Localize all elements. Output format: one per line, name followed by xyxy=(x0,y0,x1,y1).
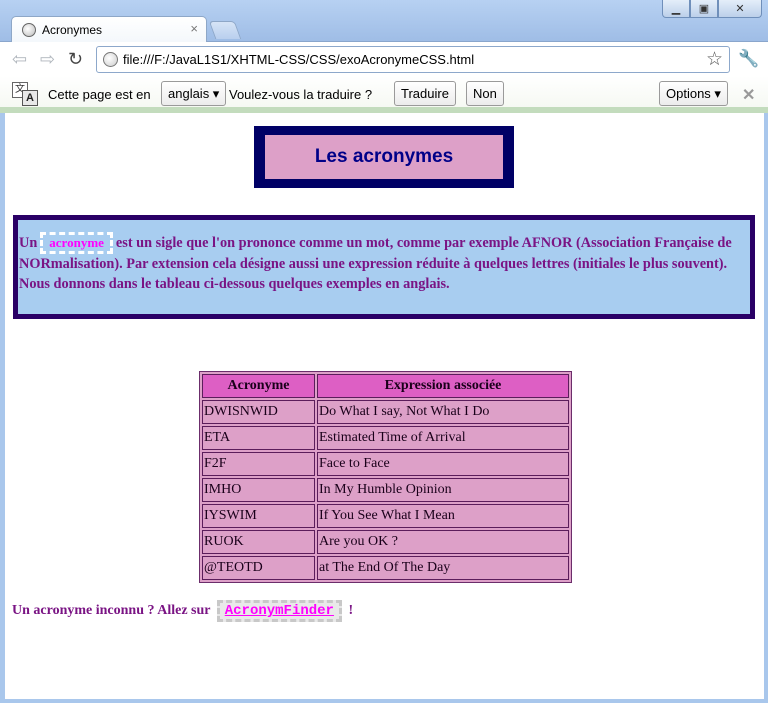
forward-arrow-icon[interactable]: ⇨ xyxy=(40,49,55,70)
table-row: IMHO In My Humble Opinion xyxy=(202,478,569,502)
window-controls: ▁ ▣ ✕ xyxy=(662,0,762,18)
address-bar[interactable]: file:///F:/JavaL1S1/XHTML-CSS/CSS/exoAcr… xyxy=(96,46,730,73)
url-text[interactable]: file:///F:/JavaL1S1/XHTML-CSS/CSS/exoAcr… xyxy=(123,52,474,67)
table-row: DWISNWID Do What I say, Not What I Do xyxy=(202,400,569,424)
minimize-button[interactable]: ▁ xyxy=(662,0,690,18)
options-button[interactable]: Options ▾ xyxy=(659,81,728,106)
browser-tab[interactable]: Acronymes × xyxy=(11,16,207,44)
expression-cell: If You See What I Mean xyxy=(317,504,569,528)
infobar-question: Voulez-vous la traduire ? xyxy=(229,87,373,102)
table-row: IYSWIM If You See What I Mean xyxy=(202,504,569,528)
intro-paragraph: Un acronyme est un sigle que l'on prononce… xyxy=(13,215,755,319)
page-globe-icon xyxy=(103,52,118,67)
language-select[interactable]: anglais ▾ xyxy=(161,81,227,106)
header-expression: Expression associée xyxy=(317,374,569,398)
browser-toolbar: ⇦ ⇨ ↻ file:///F:/JavaL1S1/XHTML-CSS/CSS/… xyxy=(0,42,768,76)
header-acronyme: Acronyme xyxy=(202,374,315,398)
translate-button[interactable]: Traduire xyxy=(394,81,456,106)
reload-icon[interactable]: ↻ xyxy=(68,49,83,70)
infobar-close-icon[interactable]: ✕ xyxy=(742,85,755,105)
no-button[interactable]: Non xyxy=(466,81,504,106)
page-title: Les acronymes xyxy=(265,135,503,179)
acronym-cell: RUOK xyxy=(202,530,315,554)
table-row: F2F Face to Face xyxy=(202,452,569,476)
tab-title: Acronymes xyxy=(42,23,103,37)
title-frame: Les acronymes xyxy=(254,126,514,188)
acronym-cell: F2F xyxy=(202,452,315,476)
acronyms-table: Acronyme Expression associée DWISNWID Do … xyxy=(199,371,572,583)
acronym-cell: IMHO xyxy=(202,478,315,502)
translate-icon: 文A xyxy=(12,82,40,106)
expression-cell: Are you OK ? xyxy=(317,530,569,554)
acronym-cell: ETA xyxy=(202,426,315,450)
page-content: Les acronymes Un acronyme est un sigle que… xyxy=(5,113,764,699)
table-row: @TEOTD at The End Of The Day xyxy=(202,556,569,580)
new-tab-button[interactable] xyxy=(208,21,242,39)
table-row: ETA Estimated Time of Arrival xyxy=(202,426,569,450)
tab-close-icon[interactable]: × xyxy=(190,21,198,36)
wrench-icon[interactable]: 🔧 xyxy=(738,49,759,69)
acronymfinder-link[interactable]: AcronymFinder xyxy=(216,600,342,622)
window-titlebar: Acronymes × ▁ ▣ ✕ xyxy=(0,0,768,44)
bookmark-star-icon[interactable]: ☆ xyxy=(706,48,723,71)
intro-prefix: Un xyxy=(19,235,38,251)
acronym-cell: IYSWIM xyxy=(202,504,315,528)
acronym-cell: DWISNWID xyxy=(202,400,315,424)
maximize-button[interactable]: ▣ xyxy=(690,0,718,18)
footer-prefix: Un acronyme inconnu ? Allez sur xyxy=(12,603,211,618)
table-row: RUOK Are you OK ? xyxy=(202,530,569,554)
globe-icon xyxy=(22,23,36,37)
intro-text: est un sigle que l'on prononce comme un … xyxy=(19,235,732,292)
expression-cell: Estimated Time of Arrival xyxy=(317,426,569,450)
footer-suffix: ! xyxy=(348,603,354,618)
expression-cell: Face to Face xyxy=(317,452,569,476)
close-window-button[interactable]: ✕ xyxy=(718,0,762,18)
footer-text: Un acronyme inconnu ? Allez sur AcronymF… xyxy=(12,600,353,622)
acronym-term: acronyme xyxy=(40,232,113,254)
expression-cell: Do What I say, Not What I Do xyxy=(317,400,569,424)
infobar-text-language: Cette page est en xyxy=(48,87,151,102)
translate-infobar: 文A Cette page est en anglais ▾ Voulez-vo… xyxy=(0,76,768,113)
table-header-row: Acronyme Expression associée xyxy=(202,374,569,398)
expression-cell: at The End Of The Day xyxy=(317,556,569,580)
expression-cell: In My Humble Opinion xyxy=(317,478,569,502)
acronym-cell: @TEOTD xyxy=(202,556,315,580)
back-arrow-icon[interactable]: ⇦ xyxy=(12,49,27,70)
